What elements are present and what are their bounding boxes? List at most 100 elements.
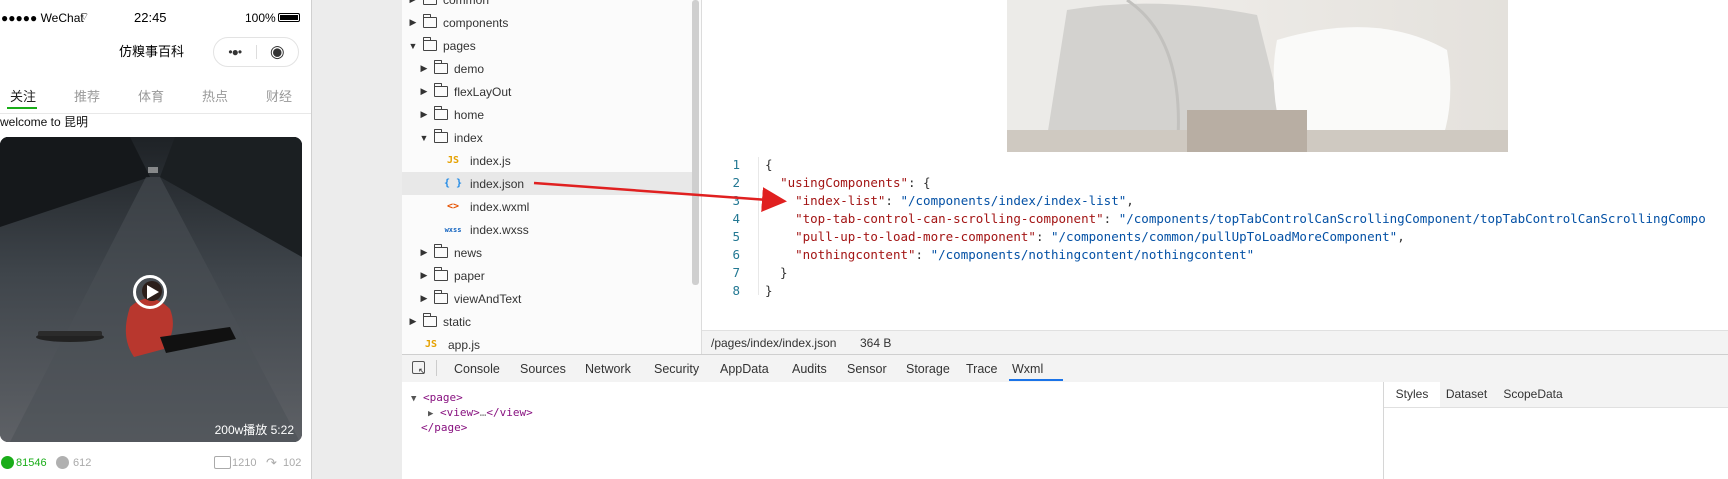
explorer-row-viewandtext[interactable]: ▶ viewAndText bbox=[402, 287, 692, 310]
active-devtools-tab-indicator bbox=[1009, 379, 1063, 381]
folder-icon bbox=[434, 290, 448, 304]
explorer-scrollbar[interactable] bbox=[692, 0, 699, 285]
devtools-tab-sources[interactable]: Sources bbox=[520, 362, 566, 376]
side-tab-dataset[interactable]: Dataset bbox=[1440, 382, 1493, 407]
chevron-right-icon[interactable]: ▶ bbox=[408, 0, 418, 5]
explorer-row-label: index.wxml bbox=[470, 199, 530, 214]
tab-finance[interactable]: 财经 bbox=[266, 86, 292, 105]
more-icon[interactable]: •●• bbox=[214, 38, 256, 66]
chevron-right-icon[interactable]: ▶ bbox=[419, 293, 429, 304]
code-line[interactable]: "nothingcontent": "/components/nothingco… bbox=[765, 247, 1254, 262]
chevron-down-icon[interactable]: ▼ bbox=[419, 133, 429, 143]
nav-title: 仿糗事百科 bbox=[119, 44, 185, 59]
line-number: 8 bbox=[732, 283, 740, 298]
inspect-element-icon[interactable]: ↖ bbox=[412, 361, 426, 376]
dislike-icon[interactable] bbox=[56, 456, 69, 469]
explorer-row-label: flexLayOut bbox=[454, 84, 512, 99]
code-token: "pull-up-to-load-more-component" bbox=[795, 229, 1036, 244]
side-tab-styles[interactable]: Styles bbox=[1384, 382, 1440, 407]
devtools-tab-wxml[interactable]: Wxml bbox=[1012, 362, 1043, 376]
side-tab-scopedata[interactable]: ScopeData bbox=[1493, 382, 1573, 407]
like-icon[interactable] bbox=[1, 456, 14, 469]
capsule-menu[interactable]: •●• ◉ bbox=[213, 37, 299, 67]
expand-icon[interactable]: ▶ bbox=[428, 409, 433, 419]
code-line[interactable]: "index-list": "/components/index/index-l… bbox=[765, 193, 1134, 208]
explorer-row-index[interactable]: ▼ index bbox=[402, 126, 692, 149]
devtools-tab-storage[interactable]: Storage bbox=[906, 362, 950, 376]
styles-side-pane: Styles Dataset ScopeData bbox=[1383, 382, 1728, 479]
chevron-down-icon[interactable]: ▼ bbox=[408, 41, 418, 51]
post-stats: 81546 612 1210 ↷ 102 bbox=[0, 455, 311, 475]
tab-recommend[interactable]: 推荐 bbox=[74, 86, 100, 105]
explorer-row-components[interactable]: ▶ components bbox=[402, 11, 692, 34]
code-line[interactable]: } bbox=[765, 283, 773, 298]
chevron-right-icon[interactable]: ▶ bbox=[419, 109, 429, 120]
simulator-gutter bbox=[312, 0, 402, 479]
explorer-row-demo[interactable]: ▶ demo bbox=[402, 57, 692, 80]
devtools-tab-network[interactable]: Network bbox=[585, 362, 631, 376]
explorer-row-app-js[interactable]: JS app.js bbox=[402, 333, 692, 354]
explorer-row-label: static bbox=[443, 314, 472, 329]
battery-icon bbox=[278, 13, 300, 22]
tab-hot[interactable]: 热点 bbox=[202, 86, 228, 105]
comment-icon[interactable] bbox=[214, 456, 231, 469]
chevron-right-icon[interactable]: ▶ bbox=[408, 316, 418, 327]
phone-simulator: ●●●●● WeChat ⌔ 22:45 100% 仿糗事百科 •●• ◉ 关注… bbox=[0, 0, 312, 479]
tab-sports[interactable]: 体育 bbox=[138, 86, 164, 105]
explorer-row-label: news bbox=[454, 245, 483, 260]
devtools-tab-appdata[interactable]: AppData bbox=[720, 362, 769, 376]
code-token: : bbox=[1035, 229, 1051, 244]
status-bar: ●●●●● WeChat ⌔ 22:45 100% bbox=[0, 0, 311, 35]
code-token: "index-list" bbox=[795, 193, 886, 208]
tab-following[interactable]: 关注 bbox=[10, 86, 36, 105]
share-icon[interactable]: ↷ bbox=[266, 455, 277, 471]
line-number: 5 bbox=[732, 229, 740, 244]
wxml-tree[interactable]: ▼ <page> ▶ <view>…</view> </page> bbox=[402, 382, 1383, 479]
explorer-row-index-js[interactable]: JS index.js bbox=[402, 149, 692, 172]
active-tab-indicator bbox=[7, 107, 37, 109]
line-number: 6 bbox=[732, 247, 740, 262]
play-icon[interactable] bbox=[133, 275, 167, 309]
explorer-row-label: index.js bbox=[470, 153, 511, 168]
explorer-row-news[interactable]: ▶ news bbox=[402, 241, 692, 264]
status-time: 22:45 bbox=[134, 10, 167, 25]
code-line[interactable]: "pull-up-to-load-more-component": "/comp… bbox=[765, 229, 1405, 244]
code-line[interactable]: } bbox=[765, 265, 788, 280]
wxss-file-icon: wxss bbox=[444, 225, 462, 234]
explorer-row-common[interactable]: ▶ common bbox=[402, 0, 692, 11]
code-token: "nothingcontent" bbox=[795, 247, 916, 262]
chevron-right-icon[interactable]: ▶ bbox=[408, 17, 418, 28]
code-token: } bbox=[765, 283, 773, 298]
wxml-node-view[interactable]: ▶ <view>…</view> bbox=[428, 406, 533, 419]
video-thumbnail[interactable]: 200w播放 5:22 bbox=[0, 137, 302, 442]
devtools-tab-audits[interactable]: Audits bbox=[792, 362, 827, 376]
chevron-right-icon[interactable]: ▶ bbox=[419, 63, 429, 74]
explorer-row-paper[interactable]: ▶ paper bbox=[402, 264, 692, 287]
code-token: , bbox=[1126, 193, 1134, 208]
explorer-row-home[interactable]: ▶ home bbox=[402, 103, 692, 126]
editor-status-bar: /pages/index/index.json 364 B bbox=[702, 330, 1728, 354]
code-editor[interactable]: 1 2 3 4 5 6 7 8{ "usingComponents": { "index-li… bbox=[702, 152, 1728, 328]
code-token: , bbox=[1397, 229, 1405, 244]
explorer-row-static[interactable]: ▶ static bbox=[402, 310, 692, 333]
js-file-icon: JS bbox=[424, 339, 438, 350]
close-miniprogram-icon[interactable]: ◉ bbox=[257, 38, 299, 66]
collapse-icon[interactable]: ▼ bbox=[411, 394, 416, 404]
explorer-row-label: components bbox=[443, 15, 509, 30]
devtools-tab-security[interactable]: Security bbox=[654, 362, 699, 376]
chevron-right-icon[interactable]: ▶ bbox=[419, 247, 429, 258]
chevron-right-icon[interactable]: ▶ bbox=[419, 270, 429, 281]
devtools-tab-console[interactable]: Console bbox=[454, 362, 500, 376]
side-tab-bar: Styles Dataset ScopeData bbox=[1384, 382, 1728, 408]
devtools-tab-bar: ↖ Console Sources Network Security AppData Au… bbox=[402, 354, 1728, 383]
explorer-row-label: pages bbox=[443, 38, 476, 53]
file-size: 364 B bbox=[860, 336, 892, 350]
chevron-right-icon[interactable]: ▶ bbox=[419, 86, 429, 97]
explorer-row-pages[interactable]: ▼ pages bbox=[402, 34, 692, 57]
code-line[interactable]: "top-tab-control-can-scrolling-component… bbox=[765, 211, 1706, 226]
devtools-tab-sensor[interactable]: Sensor bbox=[847, 362, 887, 376]
devtools-tab-trace[interactable]: Trace bbox=[966, 362, 998, 376]
image-preview bbox=[1007, 0, 1508, 152]
wxml-node-page[interactable]: ▼ <page> bbox=[411, 391, 463, 404]
explorer-row-flexlayout[interactable]: ▶ flexLayOut bbox=[402, 80, 692, 103]
